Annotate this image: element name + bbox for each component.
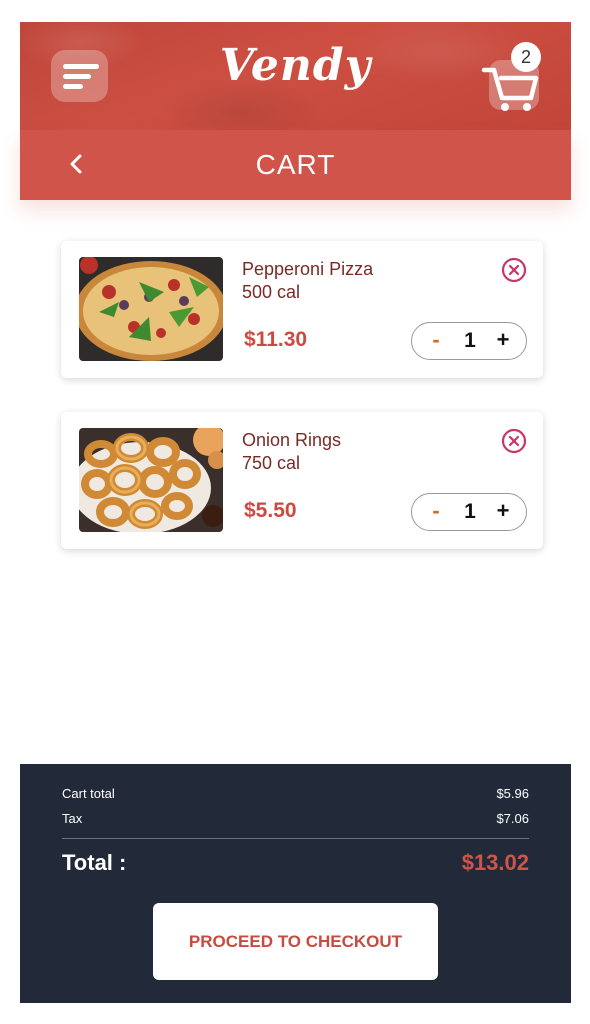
decrease-quantity-button[interactable]: -: [426, 327, 446, 353]
pizza-image: [79, 257, 223, 361]
close-circle-icon: [501, 428, 527, 454]
page-title: CART: [255, 149, 336, 180]
page-title-bar: CART: [20, 130, 571, 200]
tax-value: $7.06: [496, 811, 529, 826]
item-price: $5.50: [244, 499, 297, 522]
order-summary-panel: Cart total $5.96 Tax $7.06 Total : $13.0…: [20, 764, 571, 1003]
total-label: Total :: [62, 850, 127, 875]
onion-rings-image: [79, 428, 223, 532]
cart-item-card: Onion Rings 750 cal $5.50 - 1 +: [61, 412, 543, 549]
cart-total-label: Cart total: [62, 786, 115, 801]
remove-item-button[interactable]: [501, 257, 527, 283]
proceed-to-checkout-button[interactable]: PROCEED TO CHECKOUT: [153, 903, 438, 980]
item-price: $11.30: [244, 328, 308, 351]
close-circle-icon: [501, 257, 527, 283]
cart-item-card: Pepperoni Pizza 500 cal $11.30 - 1 +: [61, 241, 543, 378]
increase-quantity-button[interactable]: +: [492, 327, 514, 353]
tax-label: Tax: [62, 811, 83, 826]
quantity-value: 1: [464, 500, 476, 523]
quantity-value: 1: [464, 329, 476, 352]
app-header: Vendy 2: [20, 22, 571, 130]
decrease-quantity-button[interactable]: -: [426, 498, 446, 524]
cart-total-value: $5.96: [496, 786, 529, 801]
cart-count-badge: 2: [511, 42, 541, 72]
item-name: Pepperoni Pizza: [242, 259, 374, 279]
item-calories: 500 cal: [242, 282, 301, 302]
item-name: Onion Rings: [242, 430, 342, 450]
remove-item-button[interactable]: [501, 428, 527, 454]
item-calories: 750 cal: [242, 453, 301, 473]
total-value: $13.02: [461, 850, 529, 875]
app-screen: Vendy 2 CART Pepperoni Pizza 500 cal $11…: [20, 22, 571, 1003]
summary-divider: [62, 838, 529, 839]
quantity-stepper: - 1 +: [411, 493, 527, 531]
quantity-stepper: - 1 +: [411, 322, 527, 360]
increase-quantity-button[interactable]: +: [492, 498, 514, 524]
